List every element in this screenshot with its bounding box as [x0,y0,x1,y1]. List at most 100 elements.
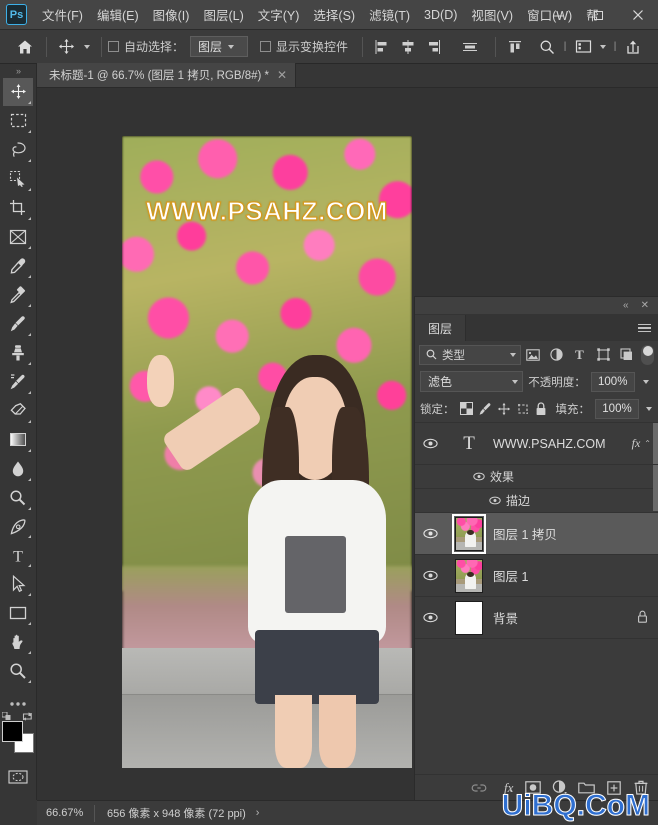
gradient-tool[interactable] [3,426,33,454]
link-layers-icon[interactable] [465,776,492,800]
show-transform-checkbox[interactable] [260,41,272,52]
layer-filter-kind-dropdown[interactable]: 类型 [419,344,521,365]
share-icon[interactable] [620,34,646,60]
layer-visibility-toggle[interactable] [415,513,445,555]
move-tool-icon[interactable] [53,34,79,60]
arrange-documents-icon[interactable] [570,34,596,60]
maximize-button[interactable] [578,0,618,30]
clone-stamp-tool[interactable] [3,339,33,367]
path-selection-tool[interactable] [3,570,33,598]
layer-name-base[interactable]: 图层 1 [493,566,658,585]
quick-selection-tool[interactable] [3,165,33,193]
menu-image[interactable]: 图像(I) [146,1,197,28]
fill-input[interactable]: 100% [595,398,639,419]
tool-preset-chevron-icon[interactable] [79,34,95,60]
blend-mode-dropdown[interactable]: 滤色 [420,371,524,392]
eraser-tool[interactable] [3,397,33,425]
move-tool[interactable] [3,77,33,106]
quick-mask-toggle[interactable] [3,763,33,791]
layer-row-copy[interactable]: 图层 1 拷贝 [415,513,658,555]
zoom-level-field[interactable]: 66.67% [37,804,95,822]
layer-effects-expand-icon[interactable]: ⌃ [644,439,651,448]
layer-thumbnail[interactable] [452,513,486,554]
filter-type-icon[interactable]: T [568,344,591,366]
filter-adjustment-icon[interactable] [544,344,567,366]
filter-enable-toggle[interactable] [641,344,655,365]
layer-visibility-toggle[interactable] [415,555,445,597]
dodge-tool[interactable] [3,484,33,512]
lasso-tool[interactable] [3,136,33,164]
distribute-horizontally-icon[interactable] [457,34,483,60]
menu-filter[interactable]: 滤镜(T) [362,1,417,28]
opacity-input[interactable]: 100% [590,371,635,392]
tab-layers[interactable]: 图层 [415,315,467,341]
menu-select[interactable]: 选择(S) [306,1,362,28]
show-transform-group[interactable]: 显示变换控件 [260,38,348,55]
artboard[interactable]: WWW.PSAHZ.COM [122,136,412,768]
align-right-edges-icon[interactable] [421,34,447,60]
eyedropper-tool[interactable] [3,252,33,280]
auto-select-group[interactable]: 自动选择： [108,38,184,55]
tab-close-icon[interactable]: ✕ [277,68,287,82]
effects-visibility-toggle[interactable] [468,472,490,481]
menu-edit[interactable]: 编辑(E) [90,1,146,28]
menu-3d[interactable]: 3D(D) [417,4,464,26]
menu-type[interactable]: 文字(Y) [251,1,307,28]
brush-tool[interactable] [3,310,33,338]
rectangle-tool[interactable] [3,599,33,627]
effect-visibility-toggle[interactable] [484,496,506,505]
filter-smart-object-icon[interactable] [615,344,638,366]
layer-thumbnail[interactable] [455,558,483,593]
layer-effect-stroke[interactable]: 描边 [415,489,658,513]
crop-tool[interactable] [3,194,33,222]
align-left-edges-icon[interactable] [369,34,395,60]
home-icon[interactable] [10,34,40,60]
auto-select-target-dropdown[interactable]: 图层 [190,36,249,57]
arrange-chevron-icon[interactable] [596,34,610,60]
pen-tool[interactable] [3,513,33,541]
minimize-button[interactable] [538,0,578,30]
filter-shape-icon[interactable] [591,344,614,366]
swap-colors-icon[interactable] [22,712,33,723]
type-tool[interactable]: T [3,541,33,569]
fill-stepper-icon[interactable] [644,399,653,419]
blur-tool[interactable] [3,455,33,483]
history-brush-tool[interactable] [3,368,33,396]
search-icon[interactable] [534,34,560,60]
layer-effects-group[interactable]: 效果 [415,465,658,489]
layer-row-background[interactable]: 背景 [415,597,658,639]
toolbar-expand-icon[interactable]: » [0,64,37,78]
menu-view[interactable]: 视图(V) [464,1,520,28]
hand-tool[interactable] [3,628,33,656]
layer-visibility-toggle[interactable] [415,423,445,465]
document-tab[interactable]: 未标题-1 @ 66.7% (图层 1 拷贝, RGB/8#) * ✕ [37,63,297,87]
layer-name-text[interactable]: WWW.PSAHZ.COM [493,437,632,451]
layer-list[interactable]: T WWW.PSAHZ.COM fx ⌃ 效果 描边 图层 1 拷贝 图层 1 … [415,422,658,774]
layer-row-base[interactable]: 图层 1 [415,555,658,597]
lock-image-pixels-icon[interactable] [478,399,492,418]
panel-menu-icon[interactable] [638,315,651,341]
layer-fx-badge[interactable]: fx [632,436,641,451]
color-swatches[interactable] [1,711,34,754]
filter-pixel-icon[interactable] [521,344,544,366]
layer-visibility-toggle[interactable] [415,597,445,639]
close-button[interactable] [618,0,658,30]
menu-file[interactable]: 文件(F) [35,1,90,28]
panel-close-icon[interactable]: ✕ [641,300,649,311]
layer-name-background[interactable]: 背景 [493,608,637,627]
frame-tool[interactable] [3,223,33,251]
layer-thumbnail[interactable] [455,600,483,635]
layer-name-copy[interactable]: 图层 1 拷贝 [493,524,658,543]
lock-artboard-nesting-icon[interactable] [516,399,530,418]
align-top-edges-icon[interactable] [502,34,528,60]
menu-layer[interactable]: 图层(L) [196,1,250,28]
zoom-tool[interactable] [3,657,33,685]
rectangular-marquee-tool[interactable] [3,107,33,135]
spot-healing-brush-tool[interactable] [3,281,33,309]
opacity-stepper-icon[interactable] [640,372,653,392]
lock-all-icon[interactable] [535,399,547,418]
layer-row-text[interactable]: T WWW.PSAHZ.COM fx ⌃ [415,423,658,465]
foreground-color-swatch[interactable] [2,721,23,743]
lock-transparent-pixels-icon[interactable] [459,399,473,418]
auto-select-checkbox[interactable] [108,41,119,52]
